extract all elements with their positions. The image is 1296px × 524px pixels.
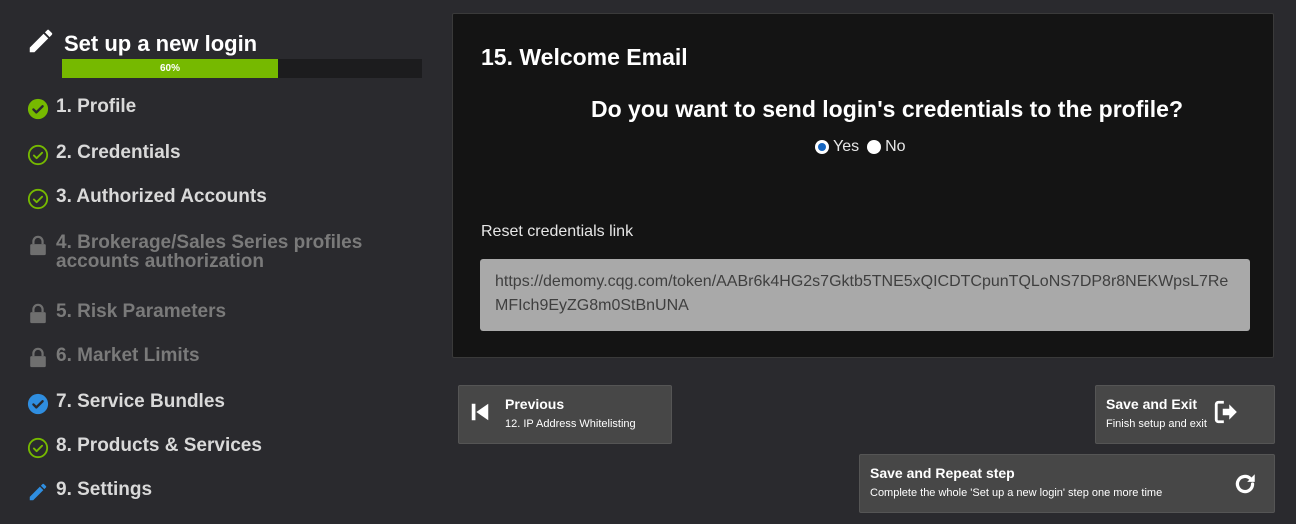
check-circle-icon [26, 436, 50, 460]
step-label: 2. Credentials [56, 142, 181, 163]
step-products-services[interactable]: 8. Products & Services [26, 435, 262, 460]
sign-out-icon [1213, 399, 1239, 430]
previous-button[interactable]: Previous 12. IP Address Whitelisting [458, 385, 672, 444]
radio-yes[interactable] [815, 140, 829, 154]
save-and-exit-button[interactable]: Save and Exit Finish setup and exit [1095, 385, 1275, 444]
step-brokerage-authorization: 4. Brokerage/Sales Series profiles accou… [26, 233, 362, 271]
send-credentials-question: Do you want to send login's credentials … [590, 96, 1183, 122]
save-repeat-subtitle: Complete the whole 'Set up a new login' … [870, 486, 1163, 499]
radio-no-label[interactable]: No [885, 138, 905, 156]
step-label: 5. Risk Parameters [56, 301, 227, 322]
lock-icon [26, 234, 50, 258]
step-label: 9. Settings [56, 479, 153, 500]
save-and-repeat-button[interactable]: Save and Repeat step Complete the whole … [859, 454, 1275, 513]
save-exit-title: Save and Exit [1106, 395, 1198, 412]
step-label-line2: accounts authorization [56, 251, 264, 272]
lock-icon [26, 346, 50, 370]
step-label: 1. Profile [56, 96, 137, 117]
step-service-bundles[interactable]: 7. Service Bundles [26, 391, 225, 416]
step-profile[interactable]: 1. Profile [26, 96, 136, 121]
step-label: 3. Authorized Accounts [56, 186, 267, 207]
step-label: 8. Products & Services [56, 435, 262, 456]
wizard-sidebar: Set up a new login 60% 1. Profile 2. Cre… [0, 0, 440, 524]
save-exit-subtitle: Finish setup and exit [1106, 417, 1207, 430]
reset-link-label: Reset credentials link [481, 223, 634, 240]
previous-button-subtitle: 12. IP Address Whitelisting [505, 417, 636, 430]
reset-link-field[interactable]: https://demomy.cqg.com/token/AABr6k4HG2s… [480, 259, 1250, 331]
wizard-progress-bar: 60% [62, 59, 422, 78]
send-credentials-radio-group: Yes No [815, 138, 910, 156]
radio-no[interactable] [867, 140, 882, 154]
panel-title: 15. Welcome Email [481, 44, 688, 70]
check-circle-filled-icon [26, 97, 50, 121]
check-circle-icon [26, 187, 50, 211]
step-label: 6. Market Limits [56, 345, 200, 366]
progress-fill: 60% [62, 59, 278, 78]
lock-icon [26, 302, 50, 326]
step-label: 4. Brokerage/Sales Series profiles [56, 232, 363, 253]
wizard-title: Set up a new login [26, 26, 257, 61]
pencil-icon [26, 26, 56, 61]
step-settings[interactable]: 9. Settings [26, 479, 152, 504]
step-risk-parameters: 5. Risk Parameters [26, 301, 226, 326]
radio-yes-label[interactable]: Yes [833, 138, 859, 156]
previous-button-title: Previous [505, 395, 565, 412]
redo-icon [1232, 471, 1258, 502]
save-repeat-title: Save and Repeat step [870, 464, 1015, 481]
wizard-title-text: Set up a new login [64, 30, 258, 56]
pencil-icon [26, 480, 50, 504]
step-authorized-accounts[interactable]: 3. Authorized Accounts [26, 186, 267, 211]
welcome-email-panel: 15. Welcome Email Do you want to send lo… [452, 13, 1274, 358]
check-circle-icon [26, 143, 50, 167]
step-credentials[interactable]: 2. Credentials [26, 142, 181, 167]
step-market-limits: 6. Market Limits [26, 345, 200, 370]
skip-back-icon [469, 401, 491, 428]
step-label: 7. Service Bundles [56, 391, 225, 412]
check-circle-filled-icon [26, 392, 50, 416]
